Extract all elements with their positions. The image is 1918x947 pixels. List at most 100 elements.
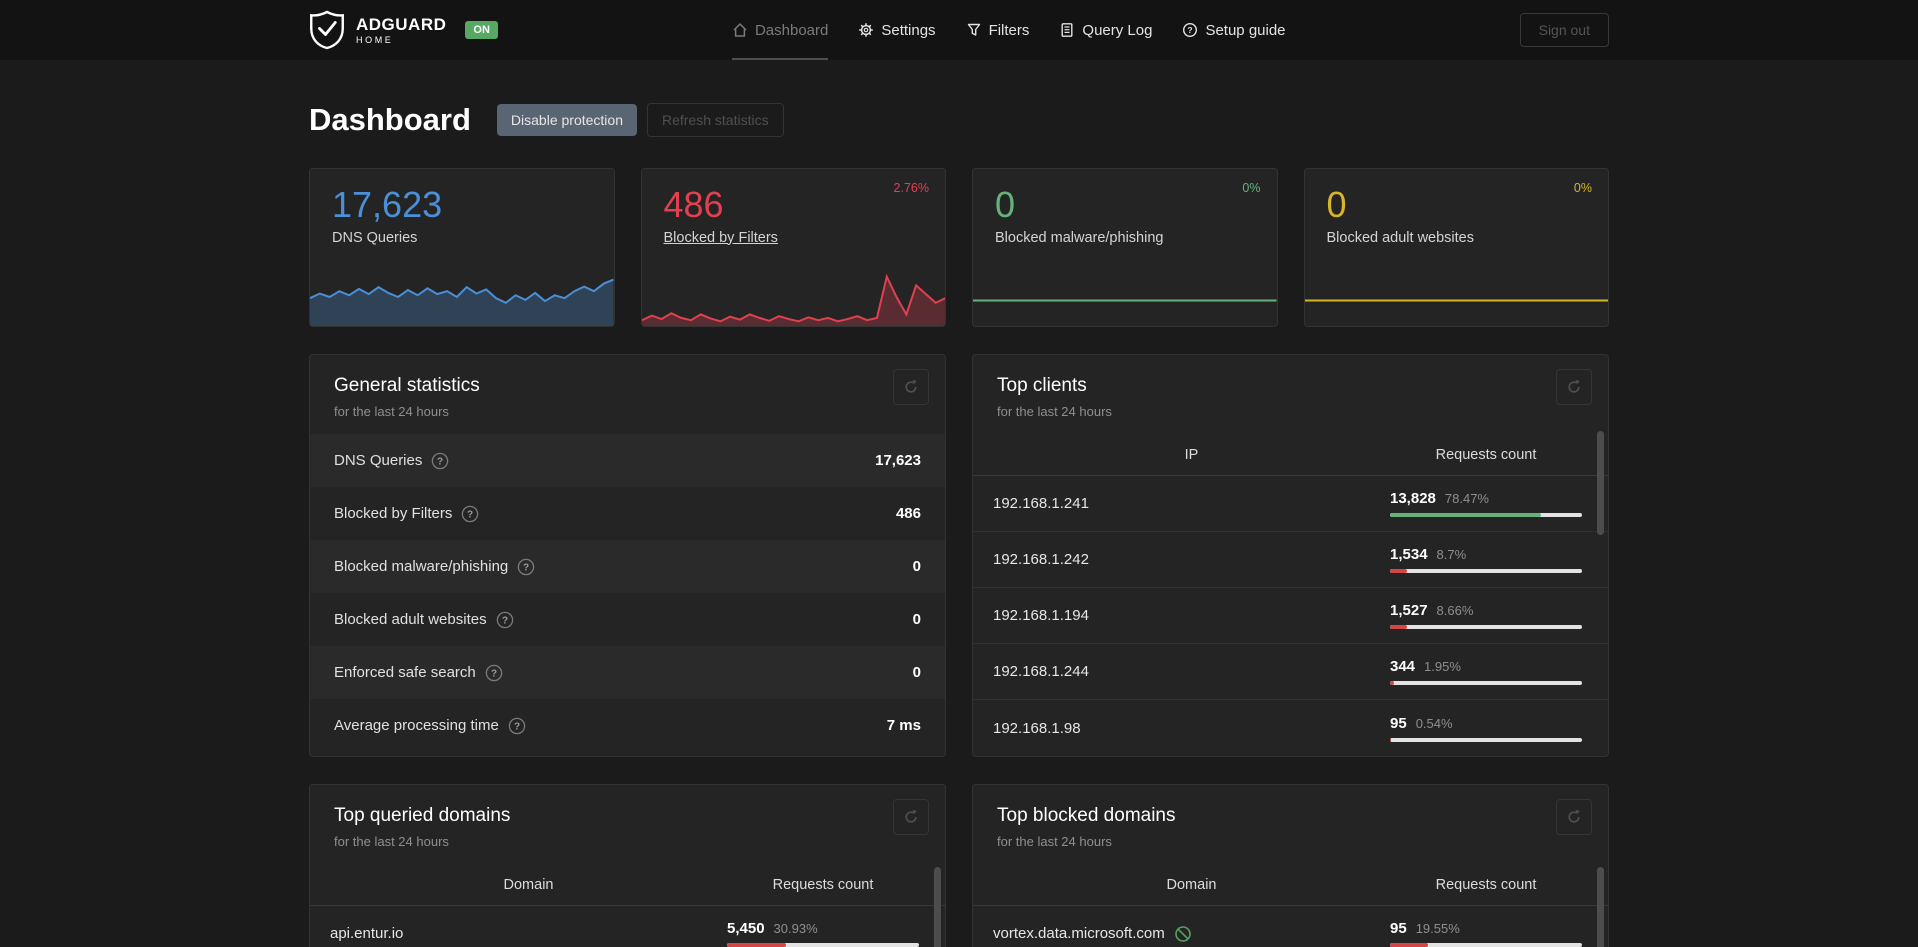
card-title: Top queried domains: [334, 805, 511, 826]
adguard-logo[interactable]: ADGUARD HOME ON: [309, 10, 498, 50]
request-percent: 30.93%: [773, 921, 818, 936]
card-subtitle: for the last 24 hours: [997, 404, 1112, 419]
stat-row-label: Blocked adult websites: [334, 611, 487, 628]
card-subtitle: for the last 24 hours: [334, 834, 449, 849]
nav-query-log[interactable]: Query Log: [1059, 0, 1152, 60]
nav-settings[interactable]: Settings: [858, 0, 936, 60]
nav-filters[interactable]: Filters: [966, 0, 1030, 60]
request-count: 95: [1390, 920, 1407, 937]
scrollbar-thumb[interactable]: [1597, 431, 1604, 535]
progress-bar: [1390, 569, 1582, 573]
stat-row-label: Blocked malware/phishing: [334, 558, 509, 575]
progress-bar: [1390, 513, 1582, 517]
svg-text:?: ?: [502, 615, 508, 626]
query-log-icon: [1061, 23, 1073, 37]
help-icon[interactable]: ?: [508, 717, 526, 735]
stat-row-value: 0: [912, 664, 921, 681]
stat-card-blocked-filters: 2.76% 486 Blocked by Filters: [640, 168, 946, 327]
client-ip[interactable]: 192.168.1.241: [993, 495, 1390, 512]
client-ip[interactable]: 192.168.1.98: [993, 720, 1390, 737]
stat-value: 0: [995, 184, 1016, 225]
stat-label: Blocked malware/phishing: [995, 229, 1164, 246]
card-subtitle: for the last 24 hours: [997, 834, 1112, 849]
nav-label: Filters: [988, 21, 1030, 39]
top-queried-domains-card: Top queried domains for the last 24 hour…: [309, 784, 946, 947]
request-count: 1,534: [1390, 546, 1428, 563]
main-nav: Dashboard Settings Filters Query Log ? S…: [731, 0, 1286, 60]
refresh-icon: [1568, 379, 1580, 393]
stat-row: Blocked adult websites ? 0: [310, 593, 945, 646]
help-icon[interactable]: ?: [496, 611, 514, 629]
scrollbar-thumb[interactable]: [934, 867, 941, 947]
stat-trend-percent: 2.76%: [893, 181, 929, 195]
nav-label: Settings: [881, 21, 936, 39]
help-icon[interactable]: ?: [517, 558, 535, 576]
scrollbar-thumb[interactable]: [1597, 867, 1604, 947]
svg-text:?: ?: [467, 509, 473, 520]
request-percent: 78.47%: [1444, 491, 1489, 506]
progress-bar: [727, 943, 919, 947]
top-clients-card: Top clients for the last 24 hours IP Req…: [972, 354, 1609, 757]
table-header: IP Requests count: [973, 434, 1608, 476]
client-row: 192.168.1.241 13,828 78.47%: [973, 476, 1608, 532]
column-header-domain: Domain: [503, 876, 554, 893]
refresh-icon: [1568, 809, 1580, 823]
stat-row-value: 0: [912, 611, 921, 628]
page-title: Dashboard: [309, 102, 471, 137]
column-header-requests: Requests count: [1435, 446, 1537, 463]
card-refresh-button[interactable]: [893, 369, 929, 405]
table-header: Domain Requests count: [973, 864, 1608, 906]
stat-row: Enforced safe search ? 0: [310, 646, 945, 699]
stat-value: 17,623: [332, 184, 443, 225]
card-refresh-button[interactable]: [1556, 799, 1592, 835]
sparkline-chart: [641, 268, 945, 326]
stat-row-value: 17,623: [875, 452, 921, 469]
client-ip[interactable]: 192.168.1.244: [993, 663, 1390, 680]
stat-row: Blocked malware/phishing ? 0: [310, 540, 945, 593]
card-refresh-button[interactable]: [893, 799, 929, 835]
sign-out-button[interactable]: Sign out: [1519, 13, 1609, 47]
request-count: 1,527: [1390, 602, 1428, 619]
card-refresh-button[interactable]: [1556, 369, 1592, 405]
client-ip[interactable]: 192.168.1.194: [993, 607, 1390, 624]
help-icon[interactable]: ?: [461, 505, 479, 523]
blocked-by-filters-link[interactable]: Blocked by Filters: [642, 225, 800, 246]
request-percent: 1.95%: [1424, 659, 1461, 674]
home-icon: [733, 23, 747, 37]
help-icon[interactable]: ?: [485, 664, 503, 682]
column-header-domain: Domain: [1166, 876, 1217, 893]
nav-setup-guide[interactable]: ? Setup guide: [1182, 0, 1286, 60]
request-percent: 8.66%: [1436, 603, 1474, 618]
stat-row: Blocked by Filters ? 486: [310, 487, 945, 540]
stat-trend-percent: 0%: [1242, 181, 1261, 195]
progress-bar: [1390, 625, 1582, 629]
sparkline-chart: [1305, 268, 1609, 326]
top-navbar: ADGUARD HOME ON Dashboard Settings Filte…: [0, 0, 1918, 60]
stat-row-label: Enforced safe search: [334, 664, 476, 681]
stat-cards-row: 17,623 DNS Queries 2.76% 486 Blocked by …: [309, 168, 1609, 327]
domain-name[interactable]: vortex.data.microsoft.com: [993, 925, 1165, 942]
brand-subtitle: HOME: [356, 34, 394, 45]
table-header: Domain Requests count: [310, 864, 945, 906]
domain-name[interactable]: api.entur.io: [330, 925, 727, 942]
disable-protection-button[interactable]: Disable protection: [496, 104, 637, 136]
stat-row-label: Blocked by Filters: [334, 505, 453, 522]
refresh-icon: [905, 809, 917, 823]
refresh-statistics-button[interactable]: Refresh statistics: [646, 103, 784, 137]
help-icon[interactable]: ?: [431, 452, 449, 470]
domain-row: vortex.data.microsoft.com 95 19.55%: [973, 906, 1608, 947]
stat-row-value: 7 ms: [886, 717, 921, 734]
request-percent: 0.54%: [1415, 715, 1453, 731]
card-subtitle: for the last 24 hours: [334, 404, 449, 419]
sparkline-chart: [973, 268, 1277, 326]
stat-row-value: 0: [912, 558, 921, 575]
general-statistics-card: General statistics for the last 24 hours…: [309, 354, 946, 757]
stat-value: 0: [1326, 184, 1347, 225]
stat-row-value: 486: [895, 505, 921, 522]
nav-dashboard[interactable]: Dashboard: [731, 0, 829, 60]
svg-text:?: ?: [523, 562, 529, 573]
client-ip[interactable]: 192.168.1.242: [993, 551, 1390, 568]
stat-card-dns-queries: 17,623 DNS Queries: [309, 168, 615, 327]
progress-bar: [1390, 681, 1582, 685]
shield-logo-icon: [310, 10, 344, 50]
